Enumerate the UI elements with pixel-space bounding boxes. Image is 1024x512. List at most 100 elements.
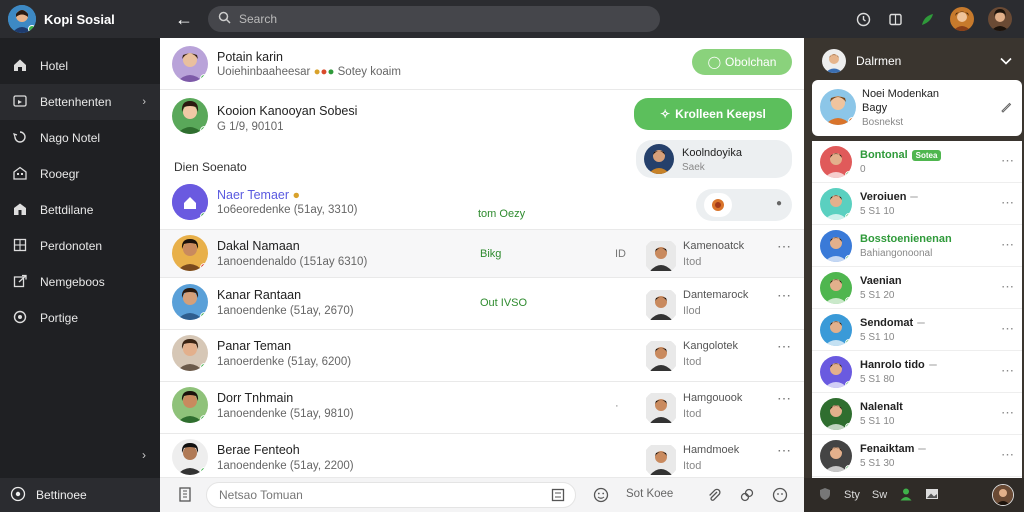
app-avatar xyxy=(8,5,36,33)
contact-card-subtitle: Saek xyxy=(682,162,705,173)
contact-card-name: Koolndoyika xyxy=(682,147,742,159)
leaf-icon[interactable] xyxy=(918,10,936,28)
list-item[interactable]: Sendomat 5 S1 10 ⋯ xyxy=(812,309,1022,351)
shield-icon[interactable] xyxy=(818,487,832,504)
building-icon[interactable] xyxy=(176,486,194,505)
emoji-icon: ● xyxy=(292,188,301,202)
more-icon[interactable]: ⋯ xyxy=(777,390,792,407)
sticker-icon[interactable] xyxy=(772,487,788,508)
footer-label-b[interactable]: Sw xyxy=(872,489,887,501)
avatar xyxy=(820,188,852,220)
more-icon[interactable]: ⋯ xyxy=(777,442,792,459)
chevron-right-icon: › xyxy=(142,96,146,108)
user-avatar[interactable] xyxy=(950,7,974,31)
sidebar: Hotel Bettenhenten › Nago Notel Rooegr B… xyxy=(0,38,160,512)
contact-card[interactable]: Koolndoyika Saek xyxy=(636,140,792,178)
more-icon[interactable]: ⋯ xyxy=(1001,405,1014,421)
chat-preview: 1anoendenke (51ay, 2200) xyxy=(217,460,354,472)
emoji-icon[interactable] xyxy=(593,487,609,508)
list-item[interactable]: Veroiuen 5 S1 10 ⋯ xyxy=(812,183,1022,225)
search-input[interactable]: Search xyxy=(208,6,660,32)
person-icon[interactable] xyxy=(899,487,913,504)
status-badge xyxy=(918,448,927,451)
grid-icon xyxy=(12,238,28,255)
chevron-right-icon[interactable]: › xyxy=(142,448,146,462)
more-icon[interactable]: ⋯ xyxy=(1001,321,1014,337)
link-icon[interactable] xyxy=(739,487,755,508)
more-icon[interactable]: ⋯ xyxy=(1001,363,1014,379)
more-icon[interactable]: ⋯ xyxy=(1001,237,1014,253)
contact-name: Dantemarock xyxy=(683,289,749,301)
avatar xyxy=(172,235,208,271)
avatar xyxy=(172,387,208,423)
contact-subtitle: 5 S1 10 xyxy=(860,206,895,217)
table-row[interactable]: Berae Fenteoh 1anoendenke (51ay, 2200) H… xyxy=(160,434,804,478)
sidebar-item-rooegr[interactable]: Rooegr xyxy=(0,156,160,192)
footer-label-a[interactable]: Sty xyxy=(844,489,860,501)
more-icon[interactable]: ⋯ xyxy=(1001,195,1014,211)
table-row[interactable]: Dorr Tnhmain 1anoendenke (51ay, 9810) · … xyxy=(160,382,804,434)
sidebar-item-label: Perdonoten xyxy=(40,239,103,253)
chat-row-pinned[interactable]: Potain karin Uoiehinbaaheesar ●●● Sotey … xyxy=(160,38,804,90)
attachment-bubble[interactable]: ● xyxy=(696,189,792,221)
chat-meta-secondary: · xyxy=(615,400,619,412)
list-item[interactable]: Vaenian 5 S1 20 ⋯ xyxy=(812,267,1022,309)
chat-row-new[interactable]: Naer Temaer ● 1o6eoredenke (51ay, 3310) … xyxy=(160,178,804,230)
sidebar-item-nemgeboos[interactable]: Nemgeboos xyxy=(0,264,160,300)
more-icon[interactable]: ⋯ xyxy=(1001,279,1014,295)
avatar xyxy=(820,146,852,178)
grid-icon[interactable] xyxy=(551,488,565,505)
image-icon[interactable] xyxy=(925,487,939,504)
status-bubble[interactable]: ◯ Obolchan xyxy=(692,49,792,75)
table-row[interactable]: Kanar Rantaan 1anoendenke (51ay, 2670) O… xyxy=(160,279,804,330)
avatar xyxy=(172,335,208,371)
sidebar-item-bettdilane[interactable]: Bettdilane xyxy=(0,192,160,228)
sidebar-item-perdonoten[interactable]: Perdonoten xyxy=(0,228,160,264)
avatar xyxy=(643,238,679,274)
chat-bubble-icon: ◯ xyxy=(707,55,722,69)
chevron-down-icon[interactable] xyxy=(1000,54,1012,68)
contact-subtitle: Itod xyxy=(683,256,702,268)
message-input[interactable]: Netsao Tomuan xyxy=(206,482,576,508)
back-arrow-icon[interactable]: ← xyxy=(174,9,194,30)
contact-subtitle: Bahiangonoonal xyxy=(860,248,933,259)
more-icon[interactable]: ⋯ xyxy=(777,287,792,304)
book-icon[interactable] xyxy=(886,10,904,28)
chat-preview: 1anoerdenke (51ay, 6200) xyxy=(217,356,352,368)
status-bubble[interactable]: ✧ Krolleen Keepsl xyxy=(634,98,792,130)
contact-name: Vaenian xyxy=(860,275,902,287)
sidebar-item-bettenhenten[interactable]: Bettenhenten › xyxy=(0,84,160,120)
list-item[interactable]: Fenaiktam 5 S1 30 ⋯ xyxy=(812,435,1022,477)
send-action-label[interactable]: Sot Koee xyxy=(626,488,673,500)
sidebar-item-hotel[interactable]: Hotel xyxy=(0,48,160,84)
more-icon[interactable]: ⋯ xyxy=(777,338,792,355)
profile-avatar[interactable] xyxy=(988,7,1012,31)
right-panel-header[interactable]: Dalrmen xyxy=(812,44,1018,78)
brand[interactable]: Kopi Sosial xyxy=(0,5,160,33)
more-icon[interactable]: ⋯ xyxy=(1001,447,1014,463)
list-item[interactable]: Nalenalt 5 S1 10 ⋯ xyxy=(812,393,1022,435)
avatar xyxy=(820,314,852,346)
more-icon[interactable]: ⋯ xyxy=(777,238,792,255)
contact-subtitle: Itod xyxy=(683,408,702,420)
list-item[interactable]: Bontonal Sotea 0 ⋯ xyxy=(812,141,1022,183)
clock-icon[interactable] xyxy=(854,10,872,28)
paperclip-icon[interactable] xyxy=(706,487,722,508)
list-item[interactable]: Bosstoenienenan Bahiangonoonal ⋯ xyxy=(812,225,1022,267)
list-item[interactable]: Hanrolo tido 5 S1 80 ⋯ xyxy=(812,351,1022,393)
sidebar-item-portige[interactable]: Portige xyxy=(0,300,160,336)
table-row[interactable]: Dakal Namaan 1anoendenaldo (151ay 6310) … xyxy=(160,230,804,278)
sidebar-item-nago-notel[interactable]: Nago Notel xyxy=(0,120,160,156)
sidebar-footer[interactable]: Bettinoee xyxy=(0,478,160,512)
avatar xyxy=(172,46,208,82)
chat-row-second[interactable]: Kooion Kanooyan Sobesi G 1/9, 90101 ✧ Kr… xyxy=(160,90,804,146)
section-label: Dien Soenato xyxy=(174,160,247,174)
status-badge xyxy=(910,196,919,199)
right-panel: Dalrmen Noei Modenkan Bagy Bosnekst Bont… xyxy=(804,38,1024,512)
avatar[interactable] xyxy=(992,484,1014,506)
profile-card[interactable]: Noei Modenkan Bagy Bosnekst xyxy=(812,80,1022,136)
edit-icon[interactable] xyxy=(1000,100,1012,118)
more-icon[interactable]: ⋯ xyxy=(1001,153,1014,169)
table-row[interactable]: Panar Teman 1anoerdenke (51ay, 6200) Kan… xyxy=(160,330,804,382)
contact-subtitle: 5 S1 80 xyxy=(860,374,895,385)
